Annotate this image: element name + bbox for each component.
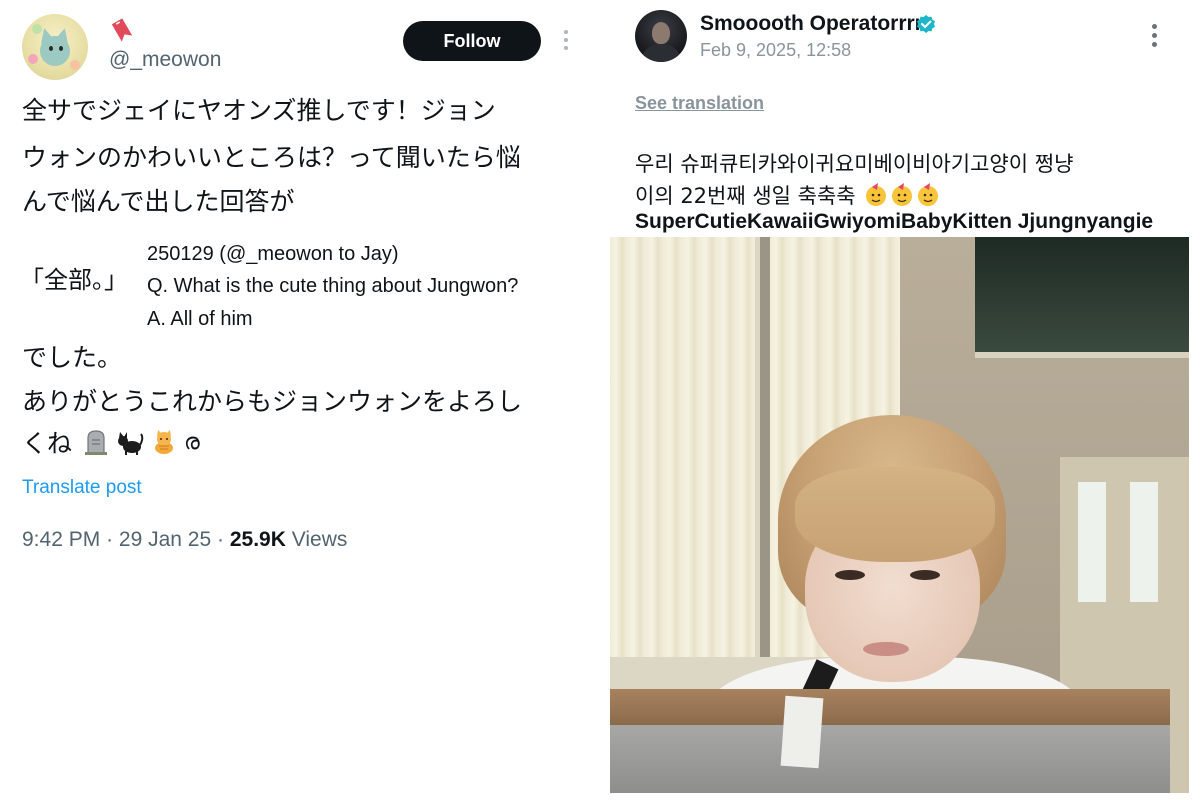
post-text-line: ウォンのかわいいところは？って聞いたら悩 bbox=[22, 143, 521, 172]
follow-button[interactable]: Follow bbox=[403, 21, 541, 61]
translate-post-link[interactable]: Translate post bbox=[22, 477, 142, 499]
caption-line: A. All of him bbox=[147, 308, 253, 330]
headstone-icon bbox=[85, 430, 107, 455]
post-text-line: でした。 bbox=[22, 343, 123, 372]
views-count: 25.9K bbox=[229, 528, 286, 551]
more-options-icon[interactable] bbox=[561, 30, 571, 52]
black-cat-icon bbox=[118, 432, 144, 455]
post-date[interactable]: 29 Jan 25 bbox=[119, 528, 211, 551]
orange-cat-icon bbox=[155, 430, 173, 454]
post-date: Feb 9, 2025, 12:58 bbox=[700, 40, 852, 60]
post-text-line: ありがとうこれからもジョンウォンをよろし bbox=[22, 387, 523, 416]
views-label: Views bbox=[291, 528, 348, 551]
post-photo[interactable] bbox=[610, 237, 1189, 793]
post-text-line: 우리 슈퍼큐티카와이귀요미베이비아기고양이 쩡냥 bbox=[635, 152, 1074, 176]
party-face-icon bbox=[892, 183, 913, 206]
post-text-line: SuperCutieKawaiiGwiyomiBabyKitten Jjungn… bbox=[635, 210, 1154, 233]
emoji-row: ര bbox=[82, 425, 200, 459]
user-handle[interactable]: @_meowon bbox=[109, 48, 221, 72]
post-text-line: 이의 22번째 생일 축축축 bbox=[635, 180, 940, 210]
avatar[interactable] bbox=[635, 10, 687, 62]
post-text-line: 全サでジェイにヤオンズ推しです！ジョン bbox=[22, 96, 496, 125]
post-text-line: くね bbox=[22, 429, 73, 458]
post-time[interactable]: 9:42 PM bbox=[22, 528, 100, 551]
verified-badge-icon bbox=[917, 15, 935, 33]
left-post: @_meowon Follow 全サでジェイにヤオンズ推しです！ジョン ウォンの… bbox=[0, 0, 600, 800]
bookmark-ribbon-icon bbox=[112, 18, 133, 42]
see-translation-link[interactable]: See translation bbox=[635, 93, 764, 114]
emoji-tail: ര bbox=[184, 429, 200, 455]
avatar[interactable] bbox=[22, 14, 88, 80]
caption-line: Q. What is the cute thing about Jungwon? bbox=[147, 275, 519, 297]
post-text-line: んで悩んで出した回答が bbox=[22, 187, 295, 216]
display-name[interactable]: Smooooth Operatorrrr bbox=[700, 12, 923, 36]
caption-line: 250129 (@_meowon to Jay) bbox=[147, 243, 399, 265]
party-face-icon bbox=[918, 183, 939, 206]
more-options-icon[interactable] bbox=[1149, 24, 1159, 50]
right-post: Smooooth Operatorrrr Feb 9, 2025, 12:58 … bbox=[600, 0, 1200, 800]
post-meta: 9:42 PM · 29 Jan 25 · 25.9K Views bbox=[22, 528, 348, 551]
party-face-icon bbox=[866, 183, 887, 206]
answer-text: 「全部。」 bbox=[20, 266, 128, 294]
